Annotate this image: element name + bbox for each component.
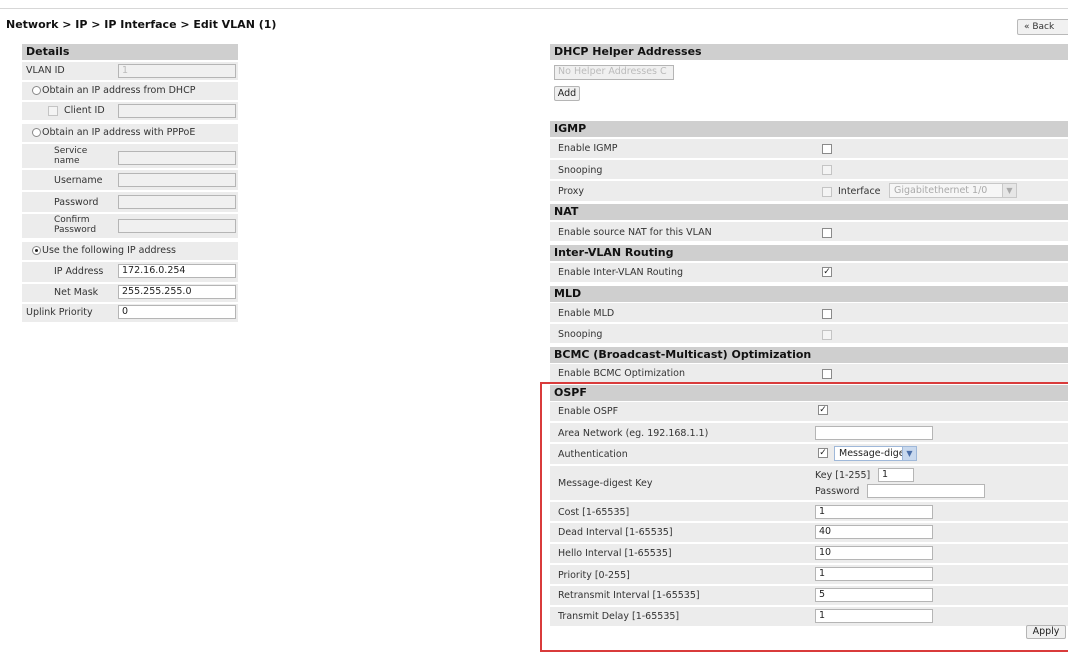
ospf-area-input[interactable]	[815, 426, 933, 440]
igmp-interface-select[interactable]: Gigabitethernet 1/0 ▼	[889, 183, 1017, 198]
ospf-key-label: Key [1-255]	[815, 470, 871, 481]
pppoe-radio-label: Obtain an IP address with PPPoE	[42, 127, 196, 138]
nat-enable-label: Enable source NAT for this VLAN	[558, 227, 712, 238]
breadcrumb: Network > IP > IP Interface > Edit VLAN …	[6, 18, 277, 31]
bcmc-header: BCMC (Broadcast-Multicast) Optimization	[550, 347, 1068, 363]
ip-address-label: IP Address	[54, 266, 104, 277]
igmp-header: IGMP	[550, 121, 1068, 137]
chevron-down-icon: ▼	[1002, 184, 1016, 197]
ospf-retransmit-input[interactable]: 5	[815, 588, 933, 602]
chevron-down-icon: ▼	[902, 447, 916, 460]
mld-snooping-checkbox[interactable]	[822, 330, 832, 340]
vlan-id-label: VLAN ID	[26, 65, 65, 76]
ospf-cost-input[interactable]: 1	[815, 505, 933, 519]
inter-vlan-header: Inter-VLAN Routing	[550, 245, 1068, 261]
ospf-transmit-label: Transmit Delay [1-65535]	[558, 611, 680, 622]
service-name-input[interactable]	[118, 151, 236, 165]
igmp-snooping-checkbox[interactable]	[822, 165, 832, 175]
details-header: Details	[22, 44, 238, 60]
static-radio-label: Use the following IP address	[42, 245, 176, 256]
ospf-md-key-label: Message-digest Key	[558, 478, 653, 489]
igmp-enable-row	[550, 139, 1068, 158]
confirm-password-label: Confirm Password	[54, 215, 97, 235]
ospf-cost-label: Cost [1-65535]	[558, 507, 630, 518]
ospf-enable-checkbox[interactable]: ✓	[818, 405, 828, 415]
ospf-key-input[interactable]: 1	[878, 468, 914, 482]
confirm-password-input[interactable]	[118, 219, 236, 233]
back-button[interactable]: « Back	[1017, 19, 1068, 35]
dhcp-helper-header: DHCP Helper Addresses	[550, 44, 1068, 60]
password-label: Password	[54, 197, 99, 208]
igmp-proxy-label: Proxy	[558, 186, 585, 197]
ospf-enable-label: Enable OSPF	[558, 406, 619, 417]
ospf-auth-label: Authentication	[558, 449, 628, 460]
ospf-hello-label: Hello Interval [1-65535]	[558, 548, 672, 559]
dhcp-helper-add-button[interactable]: Add	[554, 86, 580, 101]
nat-enable-checkbox[interactable]	[822, 228, 832, 238]
client-id-label: Client ID	[64, 105, 105, 116]
pppoe-radio[interactable]	[32, 128, 41, 137]
ip-address-input[interactable]: 172.16.0.254	[118, 264, 236, 278]
ospf-enable-row	[550, 402, 1068, 421]
dhcp-helper-list[interactable]: No Helper Addresses C	[554, 65, 674, 80]
bcmc-enable-label: Enable BCMC Optimization	[558, 368, 685, 379]
apply-button[interactable]: Apply	[1026, 625, 1066, 639]
mld-enable-row	[550, 303, 1068, 322]
igmp-snooping-label: Snooping	[558, 165, 603, 176]
ospf-retransmit-label: Retransmit Interval [1-65535]	[558, 590, 700, 601]
mld-header: MLD	[550, 286, 1068, 302]
client-id-input[interactable]	[118, 104, 236, 118]
igmp-interface-label: Interface	[838, 186, 881, 197]
ospf-header: OSPF	[550, 385, 1068, 401]
dhcp-radio-label: Obtain an IP address from DHCP	[42, 85, 196, 96]
mld-enable-checkbox[interactable]	[822, 309, 832, 319]
ospf-priority-input[interactable]: 1	[815, 567, 933, 581]
top-divider	[0, 8, 1068, 9]
ospf-password-input[interactable]	[867, 484, 985, 498]
vlan-id-input[interactable]: 1	[118, 64, 236, 78]
ospf-auth-checkbox[interactable]: ✓	[818, 448, 828, 458]
ospf-dead-label: Dead Interval [1-65535]	[558, 527, 673, 538]
inter-vlan-enable-checkbox[interactable]: ✓	[822, 267, 832, 277]
ospf-priority-label: Priority [0-255]	[558, 570, 630, 581]
username-input[interactable]	[118, 173, 236, 187]
net-mask-label: Net Mask	[54, 287, 99, 298]
ospf-area-label: Area Network (eg. 192.168.1.1)	[558, 428, 709, 439]
mld-snooping-row	[550, 324, 1068, 343]
ospf-dead-input[interactable]: 40	[815, 525, 933, 539]
igmp-enable-label: Enable IGMP	[558, 143, 618, 154]
igmp-interface-value: Gigabitethernet 1/0	[894, 185, 988, 196]
igmp-proxy-checkbox[interactable]	[822, 187, 832, 197]
username-label: Username	[54, 175, 103, 186]
uplink-priority-input[interactable]: 0	[118, 305, 236, 319]
static-radio[interactable]	[32, 246, 41, 255]
igmp-enable-checkbox[interactable]	[822, 144, 832, 154]
net-mask-input[interactable]: 255.255.255.0	[118, 285, 236, 299]
ospf-transmit-input[interactable]: 1	[815, 609, 933, 623]
password-input[interactable]	[118, 195, 236, 209]
uplink-priority-label: Uplink Priority	[26, 307, 93, 318]
client-id-checkbox[interactable]	[48, 106, 58, 116]
inter-vlan-enable-label: Enable Inter-VLAN Routing	[558, 267, 683, 278]
mld-snooping-label: Snooping	[558, 329, 603, 340]
mld-enable-label: Enable MLD	[558, 308, 615, 319]
igmp-snooping-row	[550, 160, 1068, 179]
ospf-hello-input[interactable]: 10	[815, 546, 933, 560]
ospf-auth-select[interactable]: Message-digest ▼	[834, 446, 917, 461]
service-name-label: Service name	[54, 146, 88, 166]
bcmc-enable-checkbox[interactable]	[822, 369, 832, 379]
ospf-password-label: Password	[815, 486, 860, 497]
dhcp-radio[interactable]	[32, 86, 41, 95]
nat-header: NAT	[550, 204, 1068, 220]
